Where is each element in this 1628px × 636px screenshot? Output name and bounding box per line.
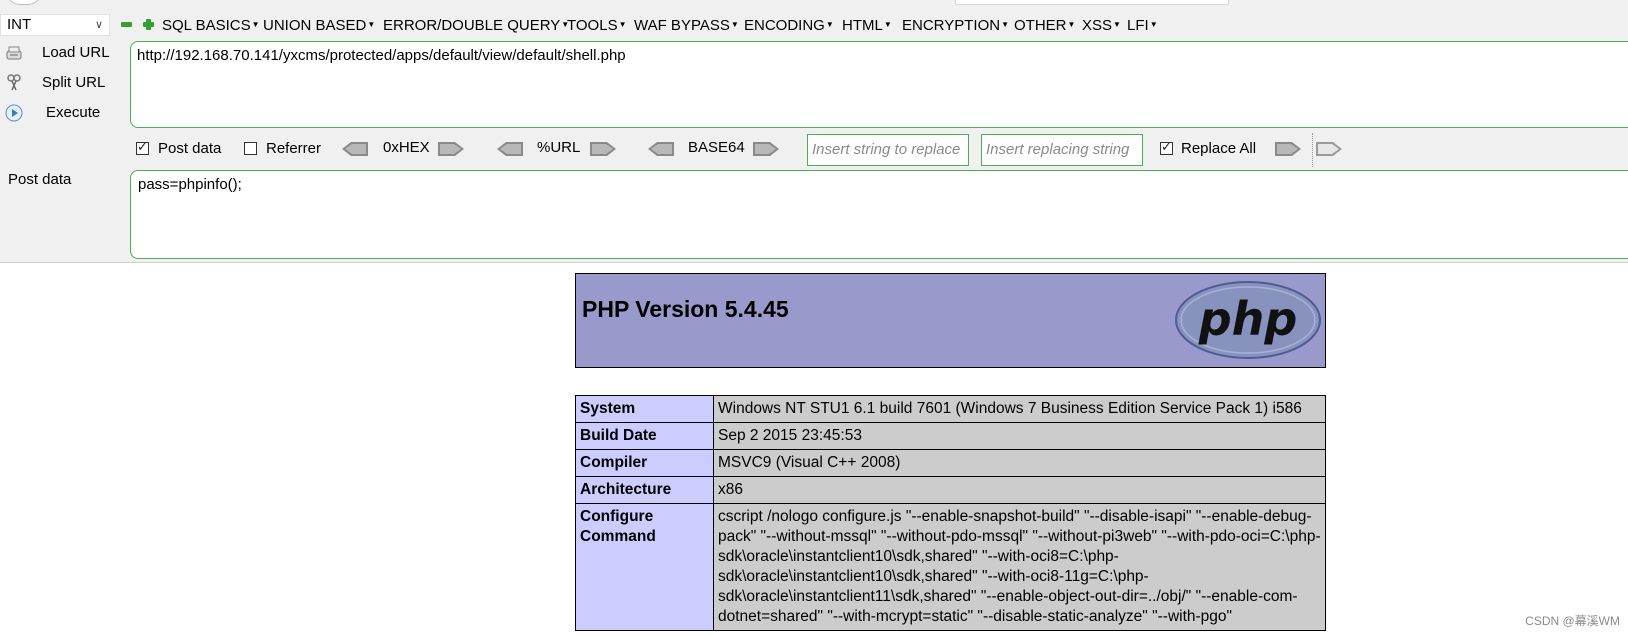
url-encode-arrow-icon[interactable] xyxy=(590,141,616,157)
row-value: cscript /nologo configure.js "--enable-s… xyxy=(713,503,1326,631)
menu-error-double-query[interactable]: ERROR/DOUBLE QUERY▼ xyxy=(383,16,569,35)
table-row: Build Date Sep 2 2015 23:45:53 xyxy=(575,422,1326,450)
table-row: Architecture x86 xyxy=(575,476,1326,504)
row-key: Configure Command xyxy=(575,503,714,631)
menu-sql-basics[interactable]: SQL BASICS▼ xyxy=(162,16,260,35)
url-decode-arrow-icon[interactable] xyxy=(497,141,523,157)
menu-encoding[interactable]: ENCODING▼ xyxy=(744,16,834,35)
hackbar-menubar: INT ∨ SQL BASICS▼ UNION BASED▼ ERROR/DOU… xyxy=(0,12,1628,38)
table-row: System Windows NT STU1 6.1 build 7601 (W… xyxy=(575,395,1326,423)
row-value: Windows NT STU1 6.1 build 7601 (Windows … xyxy=(713,395,1326,423)
post-data-checkbox[interactable] xyxy=(136,139,149,155)
load-url-icon xyxy=(6,46,22,60)
hackbar-options-row: Post data Referrer 0xHEX %URL BASE64 Ins… xyxy=(0,133,1628,167)
hex-label: 0xHEX xyxy=(383,139,430,156)
menu-other[interactable]: OTHER▼ xyxy=(1014,16,1075,35)
menu-html[interactable]: HTML▼ xyxy=(842,16,892,35)
hackbar-panel: INT ∨ SQL BASICS▼ UNION BASED▼ ERROR/DOU… xyxy=(0,0,1628,263)
replace-all-label: Replace All xyxy=(1181,140,1257,157)
caret-icon: ▼ xyxy=(883,20,892,29)
back-button-edge[interactable] xyxy=(6,0,42,5)
hex-decode-arrow-icon[interactable] xyxy=(342,141,368,157)
menu-tools[interactable]: TOOLS▼ xyxy=(567,16,627,35)
replace-to-input[interactable]: Insert replacing string xyxy=(981,134,1143,166)
phpinfo-header: PHP Version 5.4.45 php xyxy=(575,273,1326,368)
caret-icon: ▼ xyxy=(1149,20,1158,29)
browser-field-edge xyxy=(955,0,1229,5)
url-textarea[interactable]: http://192.168.70.141/yxcms/protected/ap… xyxy=(130,41,1628,128)
row-value: MSVC9 (Visual C++ 2008) xyxy=(713,449,1326,477)
replace-from-input[interactable]: Insert string to replace xyxy=(807,134,969,166)
menu-union-based[interactable]: UNION BASED▼ xyxy=(263,16,375,35)
caret-icon: ▼ xyxy=(618,20,627,29)
menu-encryption[interactable]: ENCRYPTION▼ xyxy=(902,16,1009,35)
menu-xss[interactable]: XSS▼ xyxy=(1082,16,1121,35)
row-key: System xyxy=(575,395,714,423)
injection-type-value: INT xyxy=(7,16,32,33)
row-value: Sep 2 2015 23:45:53 xyxy=(713,422,1326,450)
load-url-button[interactable]: Load URL xyxy=(0,41,120,67)
base64-label: BASE64 xyxy=(688,139,745,156)
watermark: CSDN @幕溪WM xyxy=(1525,614,1620,628)
decrease-icon[interactable] xyxy=(121,19,132,30)
post-data-label: Post data xyxy=(8,171,72,188)
divider xyxy=(1312,133,1313,167)
table-row: Compiler MSVC9 (Visual C++ 2008) xyxy=(575,449,1326,477)
row-key: Architecture xyxy=(575,476,714,504)
table-row: Configure Command cscript /nologo config… xyxy=(575,503,1326,631)
caret-icon: ▼ xyxy=(730,20,739,29)
replace-all-checkbox[interactable] xyxy=(1160,139,1173,155)
row-key: Compiler xyxy=(575,449,714,477)
base64-decode-arrow-icon[interactable] xyxy=(648,141,674,157)
caret-icon: ▼ xyxy=(367,20,376,29)
phpinfo-table: System Windows NT STU1 6.1 build 7601 (W… xyxy=(575,395,1326,631)
referrer-checkbox[interactable] xyxy=(244,142,257,155)
chevron-down-icon: ∨ xyxy=(94,19,103,31)
url-value: http://192.168.70.141/yxcms/protected/ap… xyxy=(137,47,626,64)
post-data-value: pass=phpinfo(); xyxy=(138,176,242,193)
increase-icon[interactable] xyxy=(143,19,154,30)
menu-lfi[interactable]: LFI▼ xyxy=(1127,16,1158,35)
url-encode-label: %URL xyxy=(537,139,581,156)
row-key: Build Date xyxy=(575,422,714,450)
svg-text:php: php xyxy=(1198,292,1298,346)
split-url-icon xyxy=(7,74,21,91)
caret-icon: ▼ xyxy=(1067,20,1076,29)
php-version-title: PHP Version 5.4.45 xyxy=(582,296,789,322)
hex-encode-arrow-icon[interactable] xyxy=(438,141,464,157)
php-logo: php xyxy=(1175,281,1321,359)
caret-icon: ▼ xyxy=(1001,20,1009,29)
replace-reverse-arrow-icon[interactable] xyxy=(1316,141,1342,157)
menu-waf-bypass[interactable]: WAF BYPASS▼ xyxy=(634,16,739,35)
caret-icon: ▼ xyxy=(825,20,834,29)
base64-encode-arrow-icon[interactable] xyxy=(753,141,779,157)
injection-type-select[interactable]: INT ∨ xyxy=(0,14,110,36)
browser-top-strip xyxy=(0,0,1628,5)
post-data-checkbox-label: Post data xyxy=(158,140,222,157)
referrer-checkbox-label: Referrer xyxy=(266,140,322,157)
replace-arrow-icon[interactable] xyxy=(1275,141,1301,157)
execute-button[interactable]: Execute xyxy=(0,101,120,127)
caret-icon: ▼ xyxy=(1113,20,1121,29)
split-url-button[interactable]: Split URL xyxy=(0,71,120,97)
post-data-textarea[interactable]: pass=phpinfo(); xyxy=(130,170,1628,259)
play-icon xyxy=(5,104,23,122)
row-value: x86 xyxy=(713,476,1326,504)
caret-icon: ▼ xyxy=(251,20,260,29)
